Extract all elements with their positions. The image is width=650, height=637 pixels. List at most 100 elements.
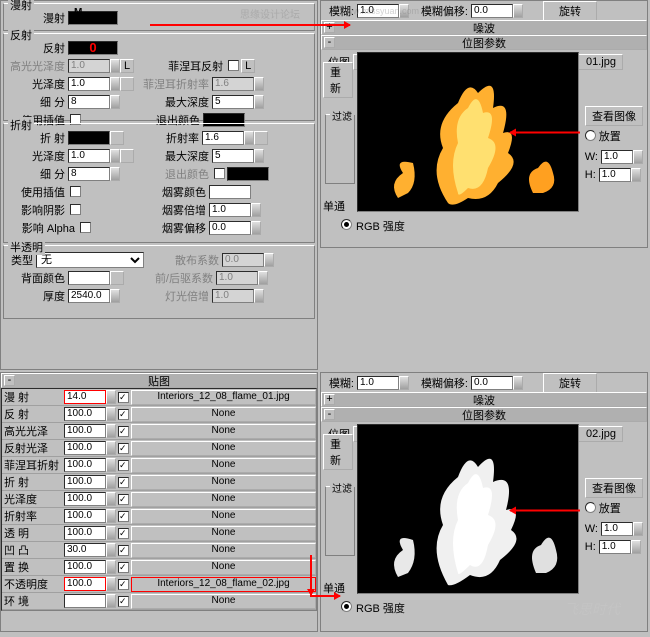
map-slot[interactable]: None <box>131 543 316 558</box>
map-value[interactable]: 30.0 <box>64 543 106 557</box>
map-slot[interactable]: None <box>131 526 316 541</box>
map-enable-chk[interactable] <box>118 392 129 403</box>
reflect-swatch[interactable] <box>68 41 118 55</box>
map-value[interactable]: 100.0 <box>64 441 106 455</box>
map-slot[interactable]: Interiors_12_08_flame_02.jpg <box>131 577 316 592</box>
gloss-l: 光泽度 <box>6 76 68 92</box>
type-combo[interactable]: 无 <box>36 252 144 268</box>
map-enable-chk[interactable] <box>118 494 129 505</box>
diffuse-group-label: 漫射 <box>8 0 34 13</box>
noise-header[interactable]: +噪波 <box>321 20 647 35</box>
map-value[interactable]: 100.0 <box>64 407 106 421</box>
maxdepth-l: 最大深度 <box>120 94 212 110</box>
map-value[interactable]: 100.0 <box>64 475 106 489</box>
map-enable-chk[interactable] <box>118 426 129 437</box>
map-row: 高光光泽100.0 None <box>2 423 316 440</box>
map-value[interactable] <box>64 594 106 608</box>
map-row: 菲涅耳折射100.0 None <box>2 457 316 474</box>
maps-list: 漫 射14.0Interiors_12_08_flame_01.jpg反 射10… <box>1 388 317 611</box>
map-enable-chk[interactable] <box>118 528 129 539</box>
gloss-v[interactable]: 1.0 <box>68 77 110 91</box>
minus-icon[interactable]: - <box>324 37 335 48</box>
map-enable-chk[interactable] <box>118 409 129 420</box>
map-row: 反射光泽100.0 None <box>2 440 316 457</box>
lock-l[interactable]: L <box>120 59 134 73</box>
map-name: 光泽度 <box>2 491 64 507</box>
map-value[interactable]: 100.0 <box>64 424 106 438</box>
reflect-group-label: 反射 <box>8 27 34 43</box>
map-value[interactable]: 100.0 <box>64 577 106 591</box>
fire-preview-bw <box>357 424 579 594</box>
map-row: 置 换100.0 None <box>2 559 316 576</box>
translucent-group: 半透明 类型无散布系数0.0 背面颜色前/后驱系数1.0 厚度2540.0灯光倍… <box>3 245 315 319</box>
map-name: 反射光泽 <box>2 440 64 456</box>
watermark-url: www.missyuan.com <box>340 6 419 16</box>
arrow-viewimage-top <box>510 132 580 134</box>
rotate-btn[interactable]: 旋转 <box>543 1 597 21</box>
map-name: 凹 凸 <box>2 542 64 558</box>
view-image-btn[interactable]: 查看图像 <box>585 106 643 126</box>
map-row: 凹 凸30.0 None <box>2 542 316 559</box>
map-value[interactable]: 100.0 <box>64 526 106 540</box>
lock-l2[interactable]: L <box>241 59 255 73</box>
watermark-top: 思缘设计论坛 <box>240 6 300 21</box>
map-enable-chk[interactable] <box>118 443 129 454</box>
map-name: 透 明 <box>2 525 64 541</box>
rotate-btn2[interactable]: 旋转 <box>543 373 597 393</box>
maps-header[interactable]: -贴图 <box>1 373 317 388</box>
map-slot[interactable]: None <box>131 441 316 456</box>
map-slot[interactable]: None <box>131 594 316 609</box>
map-enable-chk[interactable] <box>118 545 129 556</box>
map-row: 透 明100.0 None <box>2 525 316 542</box>
spinner[interactable] <box>110 59 120 73</box>
map-enable-chk[interactable] <box>118 596 129 607</box>
map-name: 折射率 <box>2 508 64 524</box>
arrow-viewimage-bottom <box>510 510 580 512</box>
map-slot[interactable]: None <box>131 492 316 507</box>
diffuse-swatch[interactable] <box>68 11 118 25</box>
map-name: 高光光泽 <box>2 423 64 439</box>
map-slot[interactable]: None <box>131 475 316 490</box>
map-name: 不透明度 <box>2 576 64 592</box>
map-enable-chk[interactable] <box>118 477 129 488</box>
map-enable-chk[interactable] <box>118 579 129 590</box>
map-slot[interactable]: None <box>131 509 316 524</box>
fresnel-ior-v[interactable]: 1.6 <box>212 77 254 91</box>
subdiv-l: 细 分 <box>6 94 68 110</box>
fresnel-refl-l: 菲涅耳反射 <box>134 58 226 74</box>
map-slot[interactable]: None <box>131 560 316 575</box>
map-name: 置 换 <box>2 559 64 575</box>
map-value[interactable]: 100.0 <box>64 560 106 574</box>
map-row: 环 境 None <box>2 593 316 610</box>
subdiv-v[interactable]: 8 <box>68 95 110 109</box>
map-value[interactable]: 100.0 <box>64 509 106 523</box>
map-enable-chk[interactable] <box>118 460 129 471</box>
map-name: 菲涅耳折射 <box>2 457 64 473</box>
refract-group-label: 折射 <box>8 117 34 133</box>
map-value[interactable]: 14.0 <box>64 390 106 404</box>
hilight-gloss-v[interactable]: 1.0 <box>68 59 110 73</box>
map-name: 折 射 <box>2 474 64 490</box>
watermark-bottom: 飞思时代 <box>564 599 620 619</box>
arrow-diffuse-to-bitmap <box>150 24 350 26</box>
bitmap-panel-top: 模糊:1.0 模糊偏移:0.0 旋转 +噪波 -位图参数 位图01.jpg 重新… <box>320 0 648 248</box>
maxdepth-v[interactable]: 5 <box>212 95 254 109</box>
map-row: 折 射100.0 None <box>2 474 316 491</box>
map-enable-chk[interactable] <box>118 562 129 573</box>
bitmap-header[interactable]: -位图参数 <box>321 35 647 50</box>
material-params-panel: 漫射 漫射 反射 反射 高光光泽度1.0L菲涅耳反射L 光泽度1.0菲涅耳折射率… <box>0 0 318 370</box>
map-slot[interactable]: None <box>131 407 316 422</box>
map-slot[interactable]: None <box>131 458 316 473</box>
bitmap-panel-bottom: 模糊:1.0 模糊偏移:0.0 旋转 +噪波 -位图参数 位图02.jpg 重新… <box>320 372 648 632</box>
reflect-group: 反射 反射 高光光泽度1.0L菲涅耳反射L 光泽度1.0菲涅耳折射率1.6 细 … <box>3 33 315 121</box>
fresnel-refl-chk[interactable] <box>228 60 239 71</box>
view-image-btn2[interactable]: 查看图像 <box>585 478 643 498</box>
map-slot[interactable]: None <box>131 424 316 439</box>
rgb-radio[interactable] <box>341 219 352 230</box>
map-name: 环 境 <box>2 593 64 609</box>
map-enable-chk[interactable] <box>118 511 129 522</box>
map-value[interactable]: 100.0 <box>64 458 106 472</box>
map-slot[interactable]: Interiors_12_08_flame_01.jpg <box>131 390 316 405</box>
refract-sw[interactable] <box>68 131 110 145</box>
map-value[interactable]: 100.0 <box>64 492 106 506</box>
